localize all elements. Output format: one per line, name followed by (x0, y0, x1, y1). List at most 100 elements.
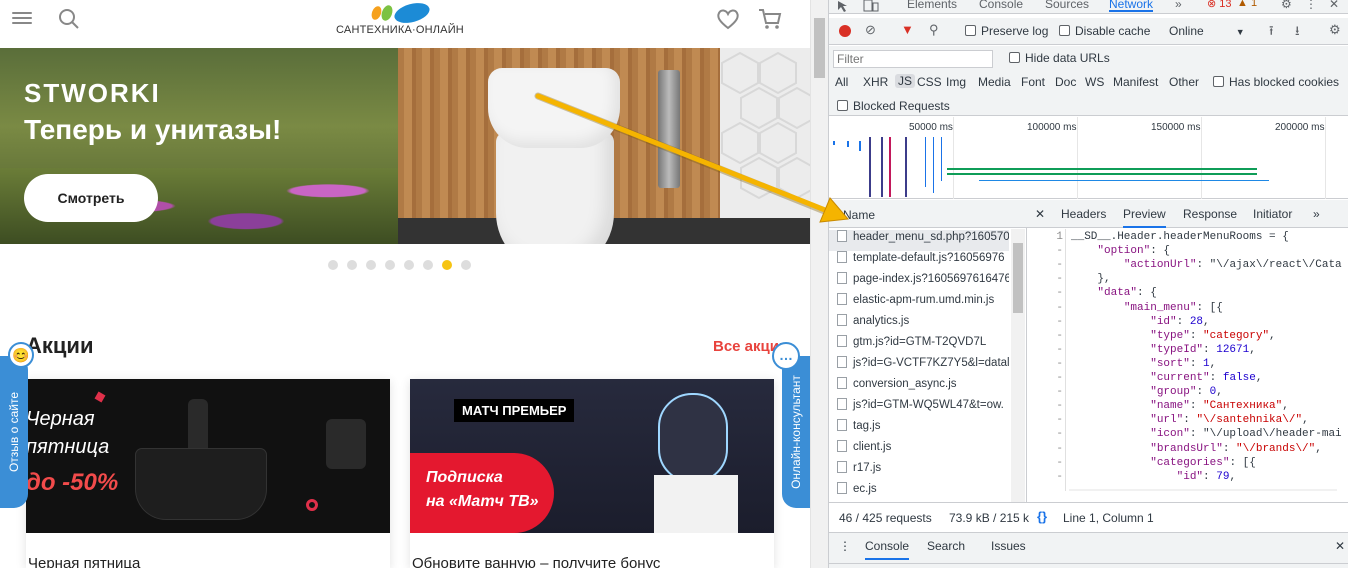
type-filter-doc[interactable]: Doc (1055, 75, 1076, 89)
network-settings-icon[interactable]: ⚙ (1329, 22, 1341, 38)
card-title[interactable]: Черная пятница (26, 555, 390, 568)
slider-dot[interactable] (347, 260, 357, 270)
blocked-requests-checkbox[interactable]: Blocked Requests (837, 99, 950, 113)
more-details-tabs-icon[interactable]: » (1313, 207, 1320, 221)
site-logo[interactable]: САНТЕХНИКА·ОНЛАЙН (330, 0, 470, 42)
tab-sources[interactable]: Sources (1045, 0, 1089, 11)
consultant-side-tab[interactable]: Онлайн-консультант (782, 356, 810, 508)
preserve-log-checkbox[interactable]: Preserve log (965, 24, 1048, 38)
discount-label: до -50% (26, 469, 119, 496)
pretty-print-icon[interactable]: {} (1037, 509, 1047, 524)
favorites-heart-icon[interactable] (716, 8, 740, 30)
request-row[interactable]: template-default.js?16056976 (829, 251, 1009, 272)
request-row[interactable]: r17.js (829, 461, 1009, 482)
type-filter-media[interactable]: Media (978, 75, 1011, 89)
feedback-side-tab[interactable]: Отзыв о сайте (0, 356, 28, 508)
has-blocked-cookies-checkbox[interactable]: Has blocked cookies (1213, 75, 1339, 89)
line-number: - (1056, 301, 1063, 314)
request-name: header_menu_sd.php?160570 (853, 231, 1009, 243)
request-row[interactable]: tag.js (829, 419, 1009, 440)
name-column-header[interactable]: Name (843, 208, 875, 222)
error-count-badge[interactable]: ⊗ 13 (1207, 0, 1232, 10)
type-filter-xhr[interactable]: XHR (863, 75, 888, 89)
type-filter-ws[interactable]: WS (1085, 75, 1104, 89)
type-filter-js[interactable]: JS (895, 74, 916, 88)
import-har-icon[interactable]: ⭱ (1269, 22, 1274, 44)
device-toolbar-icon[interactable] (863, 0, 879, 12)
slider-dot[interactable] (461, 260, 471, 270)
tab-console[interactable]: Console (979, 0, 1023, 11)
details-tab-headers[interactable]: Headers (1061, 207, 1106, 221)
request-row[interactable]: analytics.js (829, 314, 1009, 335)
smiley-icon[interactable]: 😊 (8, 342, 34, 368)
slider-dot[interactable] (385, 260, 395, 270)
details-tab-initiator[interactable]: Initiator (1253, 207, 1292, 221)
request-list-scrollbar-thumb[interactable] (1013, 243, 1023, 313)
more-options-icon[interactable]: ⋮ (1305, 0, 1317, 11)
card-title[interactable]: Обновите ванную – получите бонус (410, 555, 774, 568)
disable-cache-checkbox[interactable]: Disable cache (1059, 24, 1150, 38)
code-horizontal-scrollbar[interactable] (1069, 489, 1337, 491)
throttling-select[interactable]: Online ▼ (1169, 24, 1245, 38)
clear-icon[interactable]: ⊘ (865, 22, 876, 38)
tab-network[interactable]: Network (1109, 0, 1154, 12)
export-har-icon[interactable]: ⭳ (1295, 22, 1300, 44)
close-devtools-icon[interactable]: ✕ (1329, 0, 1339, 11)
request-list-scrollbar[interactable] (1011, 229, 1025, 502)
tab-elements[interactable]: Elements (907, 0, 957, 11)
site-scrollbar-thumb[interactable] (814, 18, 825, 78)
close-details-icon[interactable]: ✕ (1035, 207, 1045, 221)
close-drawer-icon[interactable]: ✕ (1335, 539, 1345, 553)
type-filter-font[interactable]: Font (1021, 75, 1045, 89)
match-premier-logo: МАТЧ ПРЕМЬЕР (454, 399, 575, 422)
hero-banner[interactable]: STWORKI Теперь и унитазы! Смотреть (0, 48, 810, 244)
slider-dot[interactable] (328, 260, 338, 270)
drawer-tab-console[interactable]: Console (865, 539, 910, 560)
chat-icon[interactable]: … (772, 342, 800, 370)
request-name: elastic-apm-rum.umd.min.js (853, 294, 995, 306)
details-tab-preview[interactable]: Preview (1123, 207, 1166, 228)
drawer-menu-icon[interactable]: ⋮ (839, 539, 851, 553)
request-row[interactable]: js?id=G-VCTF7KZ7Y5&l=datal (829, 356, 1009, 377)
search-icon[interactable]: ⚲ (929, 22, 939, 38)
type-filter-all[interactable]: All (835, 75, 848, 89)
filter-input[interactable] (833, 50, 993, 68)
drawer-tab-search[interactable]: Search (927, 539, 965, 553)
site-scrollbar[interactable] (810, 0, 828, 568)
request-row[interactable]: client.js (829, 440, 1009, 461)
hide-data-urls-checkbox[interactable]: Hide data URLs (1009, 51, 1110, 65)
disable-cache-label: Disable cache (1075, 24, 1151, 38)
settings-gear-icon[interactable]: ⚙ (1281, 0, 1292, 11)
inspect-element-icon[interactable] (837, 0, 851, 12)
slider-dot[interactable] (423, 260, 433, 270)
drawer-tab-issues[interactable]: Issues (991, 539, 1026, 553)
filter-funnel-icon[interactable]: ▼ (901, 22, 914, 37)
type-filter-css[interactable]: CSS (917, 75, 942, 89)
preview-code-view[interactable]: 1 __SD__.Header.headerMenuRooms = {- "opt… (1027, 229, 1348, 491)
slider-dot[interactable] (442, 260, 452, 270)
type-filter-img[interactable]: Img (946, 75, 966, 89)
slider-dot[interactable] (366, 260, 376, 270)
search-icon[interactable] (58, 8, 80, 30)
more-tabs-icon[interactable]: » (1175, 0, 1182, 11)
request-row[interactable]: conversion_async.js (829, 377, 1009, 398)
request-row[interactable]: gtm.js?id=GTM-T2QVD7L (829, 335, 1009, 356)
cart-icon[interactable] (758, 8, 782, 30)
request-details: ✕ Headers Preview Response Initiator » 1… (1027, 200, 1348, 502)
hero-watch-button[interactable]: Смотреть (24, 174, 158, 222)
warning-count-badge[interactable]: ▲ 1 (1237, 0, 1257, 9)
promo-card-black-friday[interactable]: Черная пятница до -50% Черная пятница (26, 379, 390, 568)
request-row[interactable]: ec.js (829, 482, 1009, 503)
menu-icon[interactable] (12, 10, 32, 26)
type-filter-other[interactable]: Other (1169, 75, 1199, 89)
request-row[interactable]: js?id=GTM-WQ5WL47&t=ow. (829, 398, 1009, 419)
request-row[interactable]: page-index.js?1605697616476 (829, 272, 1009, 293)
slider-dot[interactable] (404, 260, 414, 270)
request-row[interactable]: header_menu_sd.php?160570 (829, 230, 1009, 251)
record-icon[interactable] (839, 25, 851, 37)
request-row[interactable]: elastic-apm-rum.umd.min.js (829, 293, 1009, 314)
type-filter-manifest[interactable]: Manifest (1113, 75, 1158, 89)
details-tab-response[interactable]: Response (1183, 207, 1237, 221)
promo-card-match-tv[interactable]: МАТЧ ПРЕМЬЕР Подписка на «Матч ТВ» Обнов… (410, 379, 774, 568)
network-timeline-overview[interactable]: 50000 ms 100000 ms 150000 ms 200000 ms (829, 117, 1348, 199)
